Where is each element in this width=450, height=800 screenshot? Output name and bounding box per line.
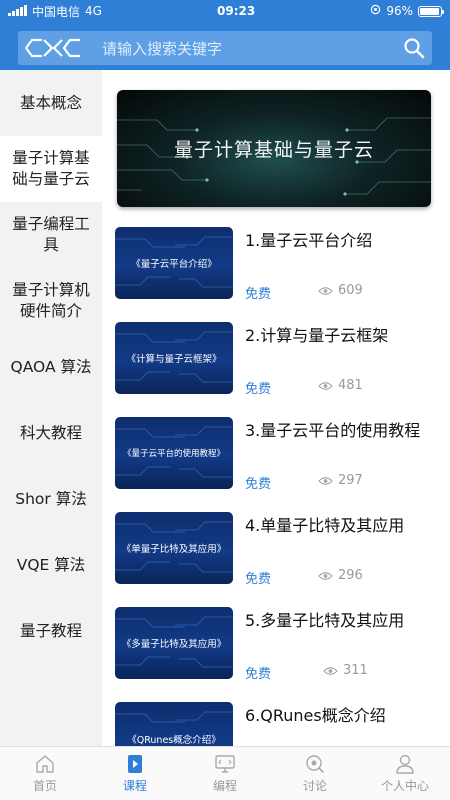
view-count-value: 609 <box>338 283 363 298</box>
sidebar-item-label: 量子编程工具 <box>12 215 90 254</box>
thumbnail-caption: 《多量子比特及其应用》 <box>121 639 227 650</box>
tab-profile[interactable]: 个人中心 <box>360 747 450 800</box>
sidebar-item-label: 科大教程 <box>19 423 82 442</box>
tab-home[interactable]: 首页 <box>0 747 90 800</box>
sidebar-item-label: 基本概念 <box>19 93 82 112</box>
orientation-lock-icon <box>370 4 381 18</box>
view-count: 481 <box>318 378 363 393</box>
course-thumbnail: 《多量子比特及其应用》 <box>115 607 233 679</box>
discussion-icon <box>306 755 324 773</box>
tab-label: 编程 <box>212 779 237 793</box>
price-label: 免费 <box>245 477 272 492</box>
carrier-label: 中国电信 <box>32 4 81 19</box>
course-thumbnail: 《QRunes概念介绍》 <box>115 702 233 746</box>
sidebar-item-vqe[interactable]: VQE 算法 <box>0 532 102 598</box>
course-item[interactable]: 《量子云平台的使用教程》 3.量子云平台的使用教程 免费 297 <box>115 417 435 492</box>
view-count-value: 296 <box>338 568 363 583</box>
view-count: 609 <box>318 283 363 298</box>
sidebar-item-programming-tools[interactable]: 量子编程工具 <box>0 202 102 268</box>
bottom-tab-bar: 首页 课程 编程 讨论 个人中心 <box>0 746 450 800</box>
course-item[interactable]: 《量子云平台介绍》 1.量子云平台介绍 免费 609 <box>115 227 435 302</box>
course-thumbnail: 《单量子比特及其应用》 <box>115 512 233 584</box>
course-thumbnail: 《量子云平台介绍》 <box>115 227 233 299</box>
tab-label: 个人中心 <box>380 779 429 793</box>
sidebar-item-quantum-cloud[interactable]: 量子计算基础与量子云 <box>0 136 102 202</box>
price-label: 免费 <box>245 667 272 682</box>
eye-icon <box>318 286 333 295</box>
eye-icon <box>318 571 333 580</box>
sidebar-item-qaoa[interactable]: QAOA 算法 <box>0 334 102 400</box>
course-item[interactable]: 《计算与量子云框架》 2.计算与量子云框架 免费 481 <box>115 322 435 397</box>
course-thumbnail: 《量子云平台的使用教程》 <box>115 417 233 489</box>
sidebar-item-label: 量子计算机硬件简介 <box>12 281 90 320</box>
course-item[interactable]: 《单量子比特及其应用》 4.单量子比特及其应用 免费 296 <box>115 512 435 587</box>
category-sidebar: 基本概念 量子计算基础与量子云 量子编程工具 量子计算机硬件简介 QAOA 算法… <box>0 70 102 746</box>
course-title: 3.量子云平台的使用教程 <box>245 421 421 440</box>
search-bar[interactable]: 请输入搜索关键字 <box>18 31 432 65</box>
sidebar-item-label: 量子计算基础与量子云 <box>12 149 90 188</box>
sidebar-item-shor[interactable]: Shor 算法 <box>0 466 102 532</box>
view-count-value: 297 <box>338 473 363 488</box>
course-item[interactable]: 《多量子比特及其应用》 5.多量子比特及其应用 免费 311 <box>115 607 435 682</box>
sidebar-item-basic-concepts[interactable]: 基本概念 <box>0 70 102 136</box>
programming-icon <box>215 755 235 773</box>
eye-icon <box>323 666 338 675</box>
view-count-value: 311 <box>343 663 368 678</box>
sidebar-item-quantum-tutorial[interactable]: 量子教程 <box>0 598 102 664</box>
view-count: 296 <box>318 568 363 583</box>
course-item[interactable]: 《QRunes概念介绍》 6.QRunes概念介绍 <box>115 702 435 746</box>
profile-icon <box>396 754 414 774</box>
tab-discussion[interactable]: 讨论 <box>270 747 360 800</box>
status-bar: 中国电信 4G 09:23 96% <box>0 0 450 22</box>
thumbnail-caption: 《量子云平台的使用教程》 <box>122 449 225 459</box>
course-title: 1.量子云平台介绍 <box>245 231 373 250</box>
tab-programming[interactable]: 编程 <box>180 747 270 800</box>
sidebar-item-label: 量子教程 <box>19 621 82 640</box>
clock: 09:23 <box>217 4 256 18</box>
thumbnail-caption: 《QRunes概念介绍》 <box>127 735 221 746</box>
battery-icon <box>417 5 444 17</box>
thumbnail-caption: 《量子云平台介绍》 <box>131 259 217 270</box>
sidebar-item-ustc-tutorial[interactable]: 科大教程 <box>0 400 102 466</box>
price-label: 免费 <box>245 572 272 587</box>
view-count: 311 <box>323 663 368 678</box>
thumbnail-caption: 《单量子比特及其应用》 <box>121 544 227 555</box>
course-title: 2.计算与量子云框架 <box>245 326 389 345</box>
tab-label: 首页 <box>32 779 57 793</box>
view-count: 297 <box>318 473 363 488</box>
battery-percent: 96% <box>386 4 413 18</box>
sidebar-item-label: VQE 算法 <box>16 555 86 574</box>
course-thumbnail: 《计算与量子云框架》 <box>115 322 233 394</box>
view-count-value: 481 <box>338 378 363 393</box>
price-label: 免费 <box>245 287 272 302</box>
price-label: 免费 <box>245 382 272 397</box>
search-input[interactable]: 请输入搜索关键字 <box>88 38 396 59</box>
home-icon <box>36 755 54 773</box>
course-title: 4.单量子比特及其应用 <box>245 516 405 535</box>
course-title: 6.QRunes概念介绍 <box>245 706 386 725</box>
tab-courses[interactable]: 课程 <box>90 747 180 800</box>
sidebar-item-label: QAOA 算法 <box>10 357 92 376</box>
app-logo <box>18 31 88 65</box>
thumbnail-caption: 《计算与量子云框架》 <box>126 354 222 365</box>
signal-icon <box>8 5 27 16</box>
app-header: 中国电信 4G 09:23 96% 请输入搜索关键字 <box>0 0 450 70</box>
tab-label: 课程 <box>122 779 147 793</box>
network-label: 4G <box>85 4 102 18</box>
category-banner[interactable]: 量子计算基础与量子云 <box>117 90 431 207</box>
tab-label: 讨论 <box>302 779 327 793</box>
sidebar-item-label: Shor 算法 <box>15 489 87 508</box>
course-list-panel: 量子计算基础与量子云 《量子云平台介绍》 1.量子云平台介绍 免费 609 《计… <box>102 70 450 746</box>
course-icon <box>128 755 142 773</box>
eye-icon <box>318 381 333 390</box>
eye-icon <box>318 476 333 485</box>
sidebar-item-hardware[interactable]: 量子计算机硬件简介 <box>0 268 102 334</box>
search-icon[interactable] <box>396 31 432 65</box>
banner-title: 量子计算基础与量子云 <box>173 139 374 161</box>
course-title: 5.多量子比特及其应用 <box>245 611 405 630</box>
